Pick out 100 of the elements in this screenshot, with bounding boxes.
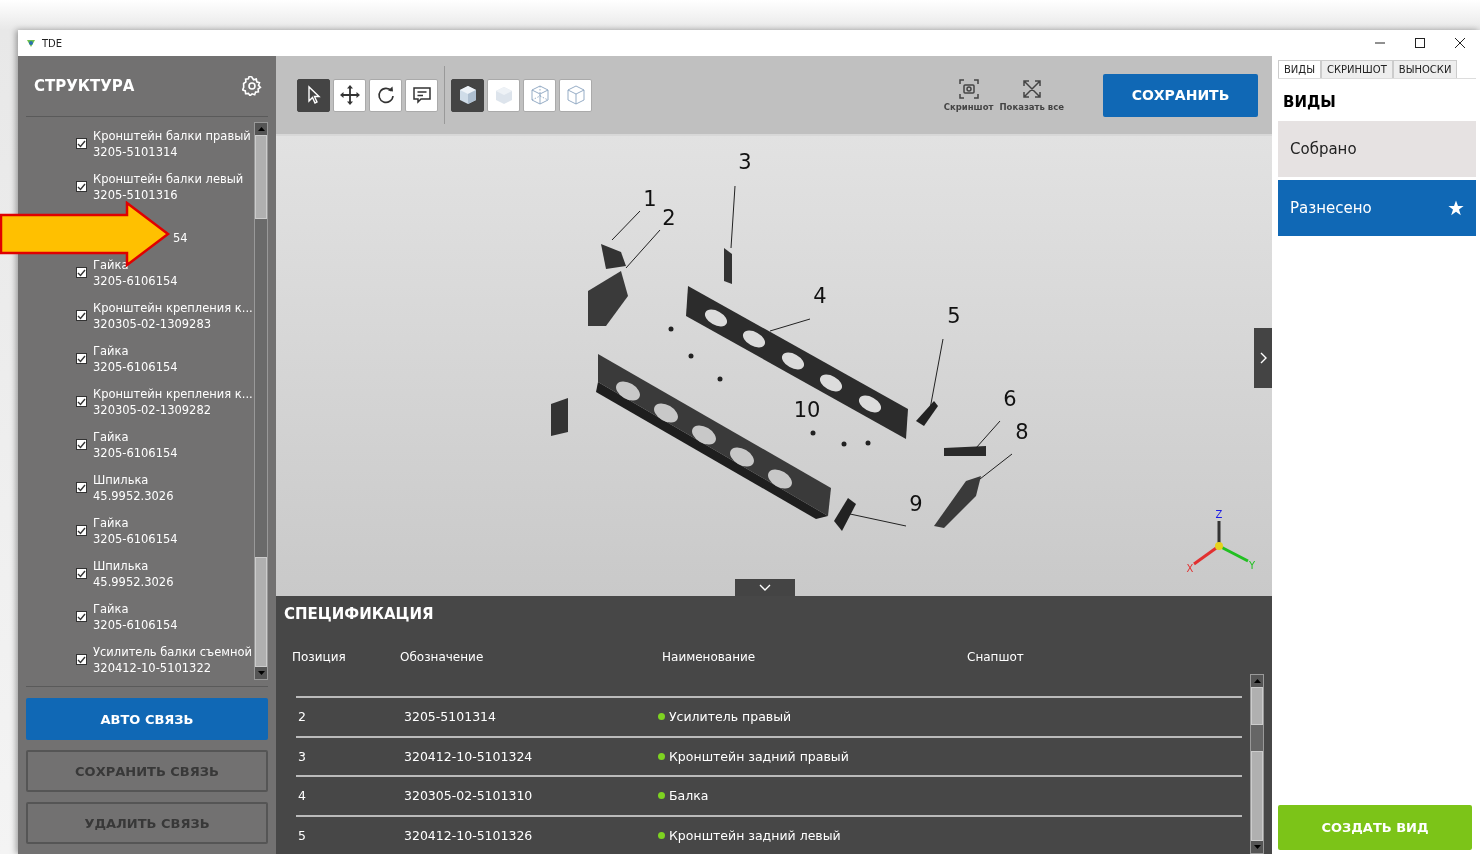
- tab[interactable]: ВЫНОСКИ: [1392, 60, 1458, 78]
- column-header: Наименование: [662, 650, 757, 664]
- leader-line: [611, 210, 641, 241]
- save-button[interactable]: СОХРАНИТЬ: [1103, 73, 1258, 117]
- callout-number: 9: [909, 493, 923, 515]
- item-code: 45.9952.3026: [93, 573, 174, 590]
- toolbar-action[interactable]: Скриншот: [940, 78, 997, 112]
- item-name: Кронштейн балки левый: [93, 170, 244, 187]
- item-name: Шпилька: [93, 557, 150, 574]
- expand-panel-button[interactable]: [1254, 328, 1272, 389]
- checkbox[interactable]: [76, 181, 87, 192]
- move-arrows-icon: [338, 84, 361, 107]
- table-cell: Балка: [669, 788, 709, 804]
- check-icon: [77, 440, 86, 449]
- checkbox[interactable]: [76, 525, 87, 536]
- tool-button[interactable]: [405, 78, 438, 112]
- item-name: Гайка: [93, 428, 130, 445]
- tab[interactable]: ВИДЫ: [1278, 60, 1321, 78]
- camera-frame-icon: [958, 78, 979, 99]
- table-row[interactable]: 3 320412-10-5101324 Кронштейн задний правый: [296, 735, 1242, 775]
- cube-outline-icon: [564, 84, 587, 107]
- toolbar-action[interactable]: Показать все: [996, 78, 1067, 112]
- scroll-thumb[interactable]: [255, 135, 267, 219]
- table-cell-text: 5: [298, 827, 307, 843]
- table-cell: Кронштейн задний левый: [669, 827, 841, 843]
- scroll-thumb[interactable]: [255, 557, 267, 667]
- callout-number: 8: [1015, 421, 1029, 443]
- table-cell-text: 4: [298, 788, 307, 804]
- checkbox[interactable]: [76, 396, 87, 407]
- window-title: TDE: [42, 37, 64, 49]
- checkbox[interactable]: [76, 568, 87, 579]
- checkbox[interactable]: [76, 267, 87, 278]
- tool-button[interactable]: [297, 78, 330, 112]
- tool-button[interactable]: [369, 78, 402, 112]
- table-row[interactable]: 2 3205-5101314 Усилитель правый: [296, 696, 1242, 736]
- item-code: 3205-6106154: [93, 616, 178, 633]
- app-logo-icon: [26, 38, 36, 48]
- status-dot: [658, 713, 665, 721]
- leader-line: [625, 229, 661, 269]
- wireframe-cube-icon: [528, 84, 551, 107]
- checkbox[interactable]: [76, 353, 87, 364]
- link-button[interactable]: АВТО СВЯЗЬ: [26, 698, 268, 740]
- callout-number: 1: [643, 188, 657, 210]
- collapse-panel-button[interactable]: [735, 579, 795, 596]
- scroll-up-icon: [1253, 679, 1261, 683]
- column-header: Снапшот: [967, 650, 1025, 664]
- checkbox[interactable]: [76, 138, 87, 149]
- leader-line: [769, 318, 811, 332]
- panel-title: СПЕЦИФИКАЦИЯ: [284, 604, 435, 625]
- callout-number: 3: [738, 151, 752, 173]
- axis-triad-drawing: Z X Y: [1186, 509, 1256, 575]
- tab[interactable]: СКРИНШОТ: [1321, 60, 1393, 78]
- check-icon: [77, 268, 86, 277]
- item-name: Кронштейн крепления к...: [93, 299, 253, 316]
- table-cell-text: 320412-10-5101326: [404, 827, 534, 843]
- speech-bubble-icon: [410, 84, 433, 107]
- checkbox[interactable]: [76, 439, 87, 450]
- 3d-viewport[interactable]: 1 2 3 4 5 6 8 9 10 Z X Y: [276, 136, 1272, 596]
- scroll-thumb[interactable]: [1251, 687, 1263, 725]
- scrollbar[interactable]: [254, 122, 268, 680]
- table-row[interactable]: 5 320412-10-5101326 Кронштейн задний левый: [296, 814, 1242, 854]
- check-icon: [77, 526, 86, 535]
- scrollbar[interactable]: [1250, 674, 1264, 854]
- item-code: 320412-10-5101322: [93, 659, 213, 676]
- scroll-thumb[interactable]: [1251, 751, 1263, 841]
- expand-arrows-icon: [1021, 78, 1042, 99]
- check-icon: [77, 569, 86, 578]
- column-header: Обозначение: [400, 650, 485, 664]
- display-mode-button[interactable]: [451, 78, 484, 112]
- item-code: 3205-6106154: [93, 272, 178, 289]
- check-icon: [77, 311, 86, 320]
- status-dot: [658, 792, 665, 800]
- action-label: Скриншот: [943, 101, 994, 112]
- checkbox[interactable]: [76, 611, 87, 622]
- table-cell-text: 3205-5101314: [404, 709, 497, 725]
- leader-line: [975, 420, 1001, 449]
- check-icon: [77, 612, 86, 621]
- item-name: Гайка: [93, 342, 130, 359]
- callout-number: 5: [947, 305, 961, 327]
- callout-number: 6: [1003, 388, 1017, 410]
- item-name: Усилитель балки съемной: [93, 643, 252, 660]
- leader-line: [730, 185, 736, 249]
- item-name: Гайка: [93, 600, 130, 617]
- item-name: Гайка: [93, 514, 130, 531]
- action-label: Показать все: [999, 101, 1064, 112]
- table-row[interactable]: 4 320305-02-5101310 Балка: [296, 775, 1242, 815]
- status-dot: [658, 752, 665, 760]
- table-cell: Усилитель правый: [669, 709, 792, 725]
- view-item[interactable]: Собрано: [1278, 121, 1476, 177]
- checkbox[interactable]: [76, 482, 87, 493]
- callout-number: 4: [813, 285, 827, 307]
- view-item[interactable]: Разнесено: [1278, 180, 1476, 236]
- item-name: Кронштейн балки правый: [93, 127, 251, 144]
- star-icon: [1448, 200, 1464, 216]
- table-cell-text: 320412-10-5101324: [404, 748, 534, 764]
- settings-button[interactable]: [242, 76, 262, 96]
- tool-button[interactable]: [333, 78, 366, 112]
- checkbox[interactable]: [76, 654, 87, 665]
- checkbox[interactable]: [76, 310, 87, 321]
- scroll-up-icon: [257, 127, 265, 131]
